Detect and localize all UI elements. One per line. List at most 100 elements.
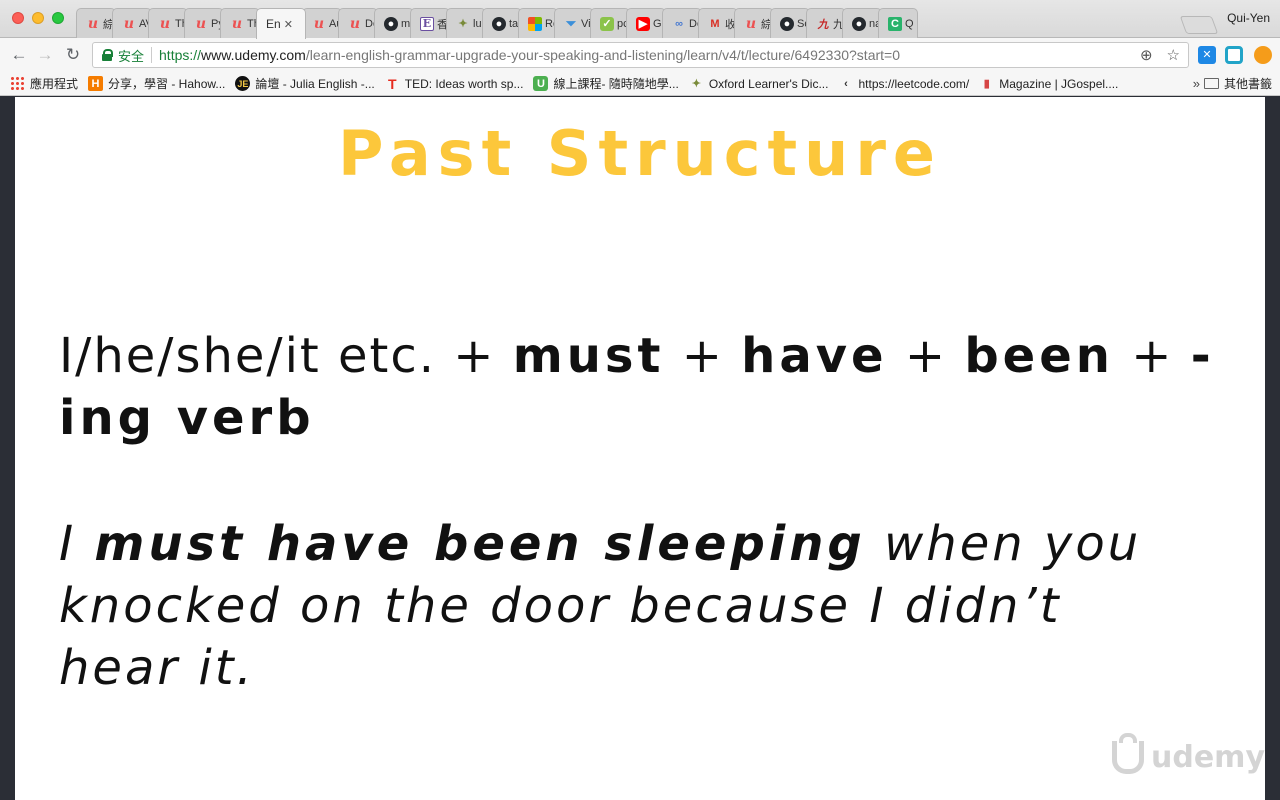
- tab[interactable]: uDe: [338, 8, 378, 38]
- tab-label: ta: [509, 17, 519, 30]
- udemy-icon: u: [313, 15, 325, 32]
- video-slide[interactable]: Past Structure I/he/she/it etc. + must +…: [15, 97, 1265, 800]
- tab-label: m: [401, 17, 411, 30]
- udemy-icon: u: [159, 15, 171, 32]
- url-text[interactable]: https://www.udemy.com/learn-english-gram…: [159, 47, 900, 63]
- folder-label: 其他書籤: [1223, 77, 1272, 91]
- tab[interactable]: uAV: [112, 8, 152, 38]
- funnel-icon: ⏷: [565, 15, 577, 31]
- tab[interactable]: u綜: [734, 8, 774, 38]
- address-bar[interactable]: 安全 https://www.udemy.com/learn-english-g…: [92, 42, 1189, 68]
- reload-icon: ↻: [65, 45, 81, 64]
- tab[interactable]: ● m: [374, 8, 414, 38]
- bookmark-item[interactable]: U 線上課程- 隨時隨地學...: [533, 75, 679, 92]
- tab[interactable]: ∞Dc: [662, 8, 702, 38]
- divider: [151, 47, 153, 63]
- bookmarks-bar: 應用程式 H 分享，學習 - Hahow... JE 論壇 - Julia Englis…: [0, 72, 1280, 96]
- tab[interactable]: En ✕: [256, 8, 306, 39]
- plus-sign: +: [664, 328, 742, 384]
- folder-icon: [1203, 78, 1219, 89]
- youtube-icon: ▶: [636, 16, 650, 31]
- julia-icon: JE: [235, 76, 251, 91]
- apps-icon: [10, 76, 25, 91]
- reload-button[interactable]: ↻: [62, 44, 84, 66]
- hahow-icon: H: [88, 76, 104, 91]
- udemy-icon: u: [195, 15, 207, 32]
- tab-label: En: [266, 17, 281, 31]
- zoom-icon[interactable]: ⊕: [1140, 46, 1153, 64]
- other-bookmarks-folder[interactable]: 其他書籤: [1203, 75, 1272, 92]
- extension-orange-icon[interactable]: [1254, 46, 1272, 64]
- omnibox-actions: ⊕ ☆: [1140, 46, 1180, 64]
- structure-been: been: [964, 328, 1114, 384]
- magazine-icon: ▮: [983, 78, 990, 90]
- example-highlight: must have been sleeping: [94, 516, 866, 572]
- tab[interactable]: E香: [410, 8, 450, 38]
- tab[interactable]: ● ta: [482, 8, 522, 38]
- udemy-logo-icon: [1105, 733, 1145, 777]
- tab[interactable]: ⏷ Vi: [554, 8, 594, 38]
- udemy-icon: u: [349, 15, 361, 32]
- star-icon[interactable]: ☆: [1167, 46, 1180, 64]
- tab[interactable]: ✦ lu: [446, 8, 486, 38]
- extension-square-icon[interactable]: [1225, 46, 1243, 64]
- profile-name[interactable]: Qui-Yen: [1227, 11, 1270, 25]
- udemy-icon: u: [87, 15, 99, 32]
- plus-sign: +: [1113, 328, 1191, 384]
- back-button[interactable]: ←: [8, 44, 30, 66]
- tab[interactable]: M收: [698, 8, 738, 38]
- tab[interactable]: CQ: [878, 8, 918, 38]
- maximize-window-button[interactable]: [52, 12, 64, 24]
- bookmark-list: 應用程式 H 分享，學習 - Hahow... JE 論壇 - Julia Englis…: [0, 75, 1118, 92]
- tab[interactable]: u Th: [148, 8, 188, 38]
- tab[interactable]: Re: [518, 8, 558, 38]
- new-tab-button[interactable]: [1179, 16, 1219, 34]
- forward-button[interactable]: →: [34, 44, 56, 66]
- bookmark-item[interactable]: ✦ Oxford Learner's Dic...: [689, 76, 829, 91]
- url-scheme: https://: [159, 47, 202, 63]
- tab-label: lu: [473, 17, 482, 30]
- bookmark-label: Magazine | JGospel....: [999, 76, 1119, 91]
- bookmark-item[interactable]: H 分享，學習 - Hahow...: [88, 75, 225, 92]
- tabs: u綜uAVuThuPyuThEn✕uAuuDe●mE香✦lu●taRe⏷Vi✓p…: [76, 8, 918, 39]
- tab[interactable]: ▶ G: [626, 8, 666, 38]
- url-host: www.udemy.com: [201, 47, 306, 63]
- bookmark-item[interactable]: ‹ https://leetcode.com/: [838, 76, 969, 91]
- bookmark-item[interactable]: T TED: Ideas worth sp...: [385, 76, 524, 92]
- check-icon: ✓: [600, 16, 614, 31]
- extension-x-icon[interactable]: ✕: [1198, 46, 1216, 64]
- tab[interactable]: uAu: [302, 8, 342, 38]
- bookmark-label: https://leetcode.com/: [858, 76, 970, 91]
- example-start: I: [59, 516, 95, 572]
- bookmark-item[interactable]: ▮ Magazine | JGospel....: [979, 76, 1119, 91]
- tab[interactable]: ● Sc: [770, 8, 810, 38]
- minimize-window-button[interactable]: [32, 12, 44, 24]
- c-icon: C: [888, 16, 902, 31]
- e-icon: E: [420, 16, 434, 31]
- lock-icon: [102, 49, 113, 61]
- udemy-icon: u: [231, 15, 243, 32]
- nine-icon: 九: [817, 18, 829, 31]
- close-tab-icon[interactable]: ✕: [284, 18, 293, 31]
- tab[interactable]: ● na: [842, 8, 882, 38]
- udemy-icon: u: [745, 15, 757, 32]
- tab-label: Q: [905, 17, 914, 30]
- tab[interactable]: ✓ pc: [590, 8, 630, 38]
- tab[interactable]: u綜: [76, 8, 116, 38]
- more-bookmarks-button[interactable]: »: [1193, 76, 1200, 91]
- tab[interactable]: 九九: [806, 8, 846, 38]
- tab-strip: u綜uAVuThuPyuThEn✕uAuuDe●mE香✦lu●taRe⏷Vi✓p…: [0, 0, 1280, 39]
- bookmark-item[interactable]: JE 論壇 - Julia English -...: [235, 75, 375, 92]
- map-icon: ✦: [458, 18, 468, 30]
- bookmark-item[interactable]: 應用程式: [10, 75, 78, 92]
- tab[interactable]: u Py: [184, 8, 224, 38]
- url-path: /learn-english-grammar-upgrade-your-spea…: [305, 47, 900, 63]
- plus-sign: +: [887, 328, 965, 384]
- tab-label: G: [653, 17, 662, 30]
- structure-formula: I/he/she/it etc. + must + have + been + …: [59, 325, 1249, 449]
- tab[interactable]: u Th: [220, 8, 260, 38]
- watermark-text: udemy: [1151, 739, 1265, 775]
- structure-subject: I/he/she/it etc. +: [59, 328, 513, 384]
- close-window-button[interactable]: [12, 12, 24, 24]
- link-icon: ∞: [675, 17, 683, 30]
